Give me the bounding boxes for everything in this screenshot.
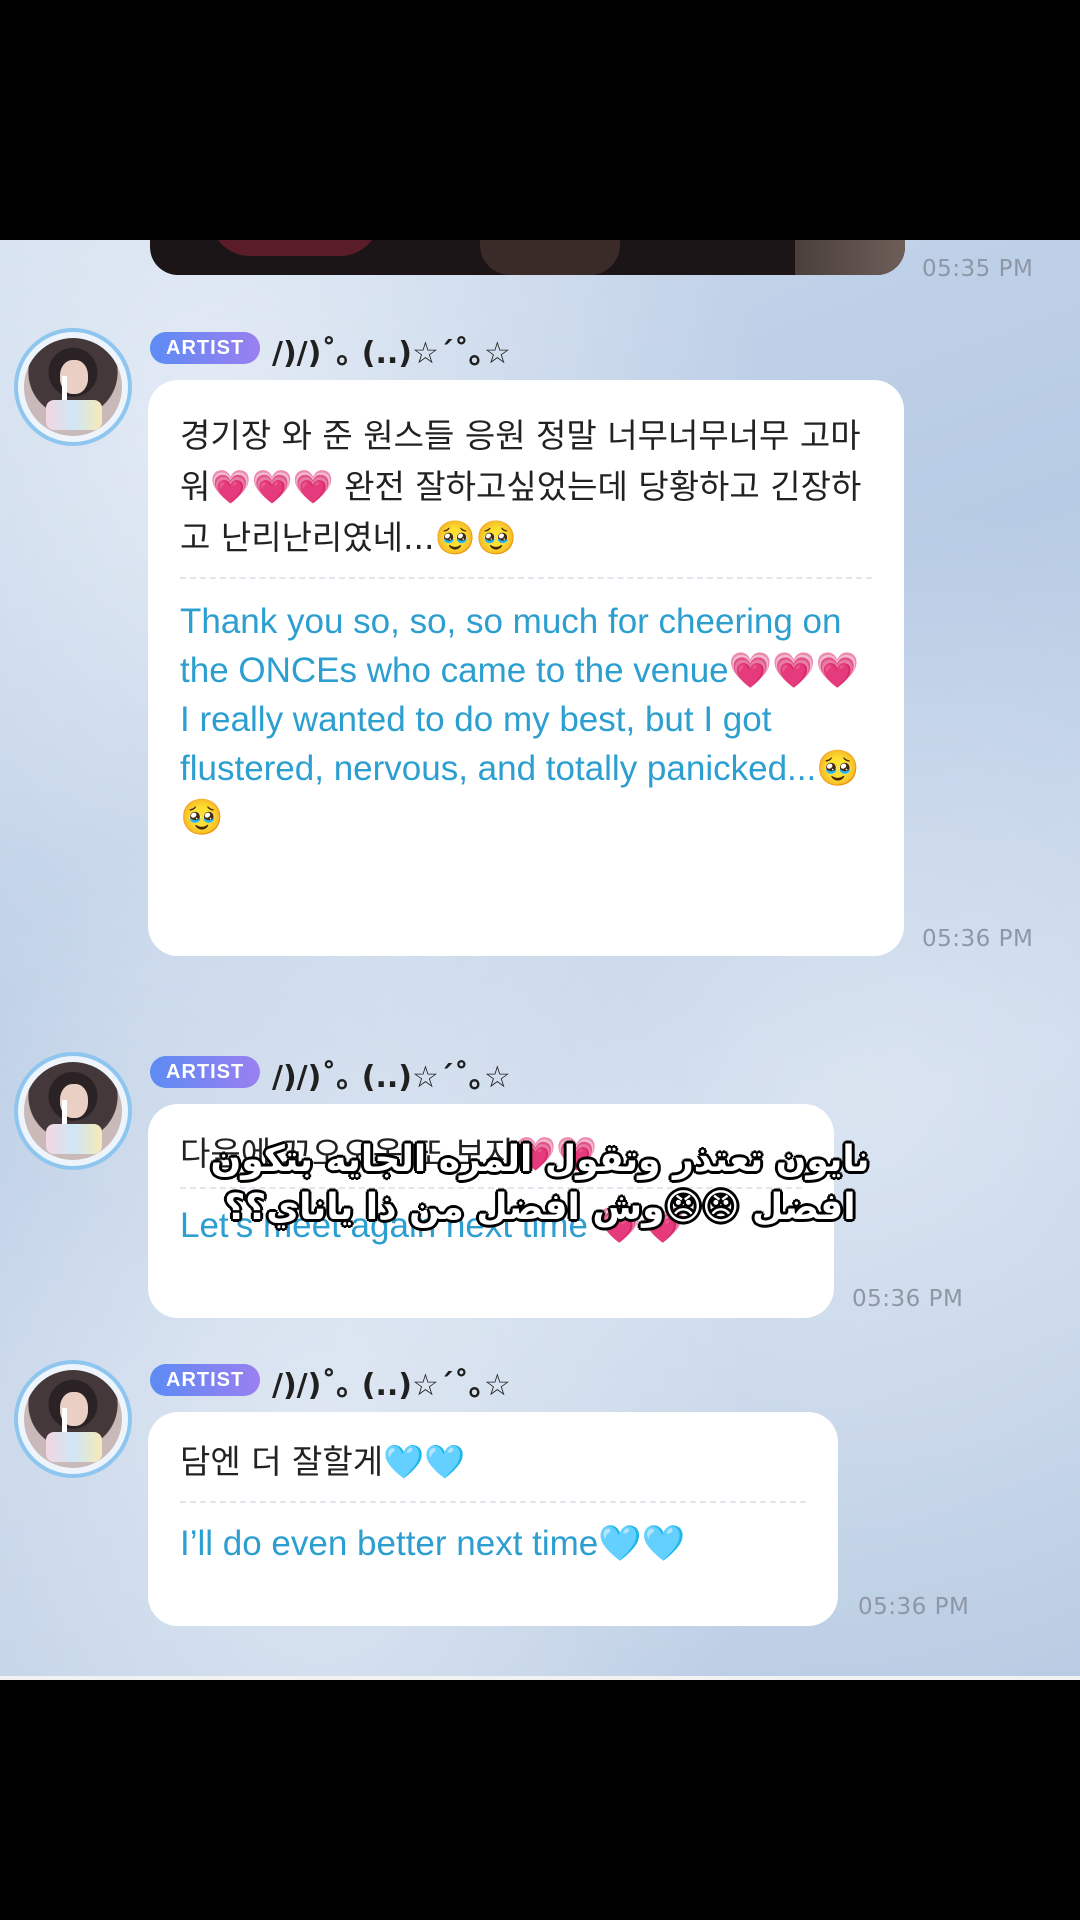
sender-name[interactable]: /)/)˚｡ (..)☆´˚｡☆ [272, 328, 511, 372]
message-bubble[interactable]: 담엔 더 잘할게🩵🩵 I’ll do even better next time… [148, 1412, 838, 1626]
photo-arm [480, 240, 620, 275]
caption-line-1: نايون تعتذر وتقول المره الجايه بتكون [210, 1139, 870, 1180]
caption-line-2: افضل 😠😠وش افضل من ذا ياناي؟؟ [224, 1187, 856, 1228]
sender-name[interactable]: /)/)˚｡ (..)☆´˚｡☆ [272, 1052, 511, 1096]
artist-badge: ARTIST [150, 1056, 261, 1088]
message-english: I’ll do even better next time🩵🩵 [180, 1524, 686, 1563]
artist-badge: ARTIST [150, 1364, 261, 1396]
translation-divider [180, 1501, 806, 1503]
artist-avatar[interactable] [14, 1360, 132, 1478]
photo-shirt [210, 240, 380, 256]
artist-avatar[interactable] [14, 328, 132, 446]
sender-name[interactable]: /)/)˚｡ (..)☆´˚｡☆ [272, 1360, 511, 1404]
screen-bottom-edge [0, 1676, 1080, 1680]
message-timestamp: 05:36 PM [852, 1286, 964, 1312]
message-english: Thank you so, so, so much for cheering o… [180, 602, 860, 837]
chat-screen: 05:35 PM ARTIST /)/)˚｡ (..)☆´˚｡☆ 경기장 와 준… [0, 240, 1080, 1676]
message-korean: 경기장 와 준 원스들 응원 정말 너무너무너무 고마워💗💗💗 완전 잘하고싶었… [180, 416, 862, 557]
message-timestamp: 05:36 PM [922, 926, 1034, 952]
message-timestamp: 05:36 PM [858, 1594, 970, 1620]
caption-overlay: نايون تعتذر وتقول المره الجايه بتكون افض… [0, 1136, 1080, 1232]
photo-wall [795, 240, 905, 275]
avatar-photo [24, 1370, 122, 1468]
photo-message[interactable] [150, 240, 905, 275]
avatar-photo [24, 338, 122, 436]
message-korean: 담엔 더 잘할게🩵🩵 [180, 1442, 466, 1481]
photo-timestamp: 05:35 PM [922, 256, 1034, 282]
artist-badge: ARTIST [150, 332, 261, 364]
translation-divider [180, 577, 872, 579]
message-bubble[interactable]: 경기장 와 준 원스들 응원 정말 너무너무너무 고마워💗💗💗 완전 잘하고싶었… [148, 380, 904, 956]
